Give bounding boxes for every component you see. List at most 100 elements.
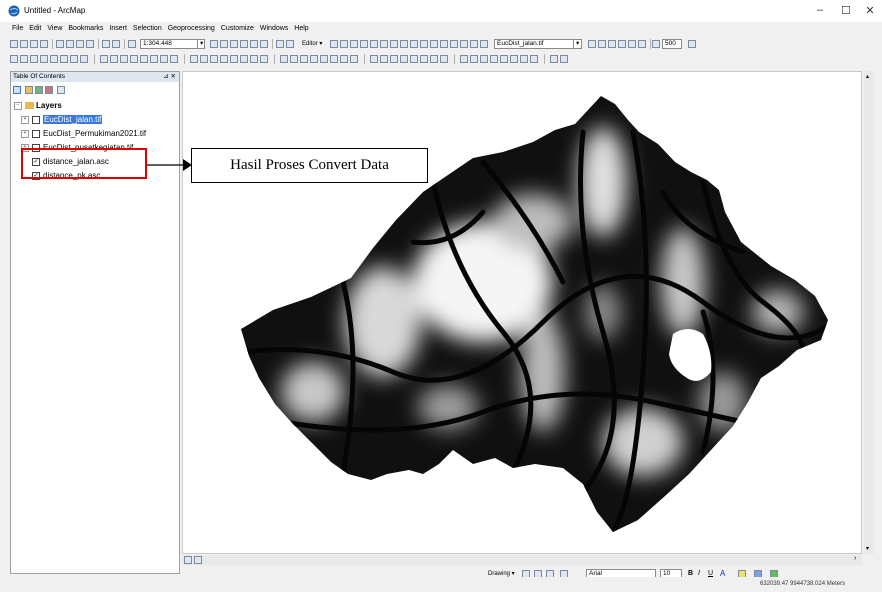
- toolbar-tool-icon[interactable]: [430, 40, 438, 48]
- toolbar-tool-icon[interactable]: [128, 40, 136, 48]
- menu-item-view[interactable]: View: [47, 25, 62, 32]
- toolbar-tool-icon[interactable]: [320, 55, 328, 63]
- toolbar-tool-icon[interactable]: [170, 55, 178, 63]
- toolbar-tool-icon[interactable]: [520, 55, 528, 63]
- toolbar-tool-icon[interactable]: [470, 40, 478, 48]
- drawing-menu[interactable]: Drawing ▾: [488, 570, 515, 577]
- toolbar-tool-icon[interactable]: [510, 55, 518, 63]
- toolbar-tool-icon[interactable]: [310, 55, 318, 63]
- toolbar-tool-icon[interactable]: [86, 40, 94, 48]
- toolbar-tool-icon[interactable]: [430, 55, 438, 63]
- toolbar-tool-icon[interactable]: [290, 55, 298, 63]
- toolbar-tool-icon[interactable]: [100, 55, 108, 63]
- chevron-down-icon[interactable]: ▾: [198, 39, 205, 49]
- layer-checkbox[interactable]: [32, 129, 40, 138]
- toolbar-tool-icon[interactable]: [40, 55, 48, 63]
- toolbar-tool-icon[interactable]: [460, 55, 468, 63]
- toolbar-tool-icon[interactable]: [390, 40, 398, 48]
- view-switch-buttons[interactable]: [184, 556, 218, 564]
- toolbar-tool-icon[interactable]: [360, 40, 368, 48]
- toolbar-tool-icon[interactable]: [420, 55, 428, 63]
- expand-icon[interactable]: +: [21, 115, 29, 124]
- italic-icon[interactable]: I: [698, 570, 700, 577]
- list-by-selection-icon[interactable]: [45, 86, 53, 94]
- toolbar-tool-icon[interactable]: [40, 40, 48, 48]
- toolbar-tool-icon[interactable]: [480, 40, 488, 48]
- toolbar-tool-icon[interactable]: [380, 55, 388, 63]
- toolbar-tool-icon[interactable]: [530, 55, 538, 63]
- toolbar-tool-icon[interactable]: [80, 55, 88, 63]
- options-icon[interactable]: [57, 86, 65, 94]
- toolbar-tool-icon[interactable]: [420, 40, 428, 48]
- toolbar-tool-icon[interactable]: [240, 55, 248, 63]
- layer-item[interactable]: + EucDist_Permukiman2021.tif: [21, 128, 146, 139]
- toolbar-tool-icon[interactable]: [280, 55, 288, 63]
- close-button[interactable]: ✕: [860, 4, 880, 18]
- toolbar-tool-icon[interactable]: [120, 55, 128, 63]
- toolbar-tool-icon[interactable]: [560, 55, 568, 63]
- toolbar-tool-icon[interactable]: [260, 40, 268, 48]
- menu-item-geoprocessing[interactable]: Geoprocessing: [168, 25, 215, 32]
- toolbar-tool-icon[interactable]: [588, 40, 596, 48]
- toolbar-tool-icon[interactable]: [638, 40, 646, 48]
- collapse-icon[interactable]: −: [14, 101, 22, 110]
- zoom-value-field[interactable]: 500: [662, 39, 682, 49]
- menu-item-insert[interactable]: Insert: [109, 25, 127, 32]
- layer-item[interactable]: + EucDist_jalan.tif: [21, 114, 103, 125]
- toolbar-tool-icon[interactable]: [500, 55, 508, 63]
- scroll-right-icon[interactable]: ›: [854, 555, 856, 562]
- bold-icon[interactable]: B: [688, 570, 693, 577]
- toolbar-tool-icon[interactable]: [60, 55, 68, 63]
- underline-icon[interactable]: U: [708, 570, 713, 577]
- layer-select[interactable]: EucDist_jalan.tif: [494, 39, 574, 49]
- toolbar-tool-icon[interactable]: [102, 40, 110, 48]
- toolbar-tool-icon[interactable]: [450, 40, 458, 48]
- toolbar-tool-icon[interactable]: [490, 55, 498, 63]
- scroll-up-icon[interactable]: ▴: [866, 73, 869, 80]
- toolbar-tool-icon[interactable]: [652, 40, 660, 48]
- menu-item-help[interactable]: Help: [294, 25, 308, 32]
- toolbar-tool-icon[interactable]: [390, 55, 398, 63]
- toolbar-tool-icon[interactable]: [10, 55, 18, 63]
- data-view-icon[interactable]: [184, 556, 192, 564]
- toolbar-tool-icon[interactable]: [210, 55, 218, 63]
- toolbar-tool-icon[interactable]: [480, 55, 488, 63]
- toolbar-tool-icon[interactable]: [330, 55, 338, 63]
- minimize-button[interactable]: –: [810, 4, 830, 18]
- toolbar-tool-icon[interactable]: [20, 40, 28, 48]
- toolbar-tool-icon[interactable]: [400, 40, 408, 48]
- toolbar-tool-icon[interactable]: [598, 40, 606, 48]
- vertical-scrollbar[interactable]: ▴ ▾: [864, 71, 874, 554]
- toolbar-tool-icon[interactable]: [30, 55, 38, 63]
- chevron-down-icon[interactable]: ▾: [574, 39, 582, 49]
- toolbar-tool-icon[interactable]: [410, 40, 418, 48]
- menu-item-windows[interactable]: Windows: [260, 25, 288, 32]
- toolbar-tool-icon[interactable]: [70, 55, 78, 63]
- toolbar-tool-icon[interactable]: [220, 55, 228, 63]
- toolbar-tool-icon[interactable]: [410, 55, 418, 63]
- toolbar-tool-icon[interactable]: [76, 40, 84, 48]
- toolbar-tool-icon[interactable]: [608, 40, 616, 48]
- toolbar-tool-icon[interactable]: [112, 40, 120, 48]
- scroll-down-icon[interactable]: ▾: [866, 545, 869, 552]
- toolbar-tool-icon[interactable]: [150, 55, 158, 63]
- maximize-button[interactable]: ☐: [836, 4, 856, 18]
- expand-icon[interactable]: +: [21, 129, 29, 138]
- toolbar-tool-icon[interactable]: [160, 55, 168, 63]
- list-by-visibility-icon[interactable]: [35, 86, 43, 94]
- toolbar-tool-icon[interactable]: [140, 55, 148, 63]
- toolbar-tool-icon[interactable]: [30, 40, 38, 48]
- toolbar-tool-icon[interactable]: [370, 40, 378, 48]
- toolbar-tool-icon[interactable]: [56, 40, 64, 48]
- map-view[interactable]: [182, 71, 862, 554]
- toolbar-tool-icon[interactable]: [300, 55, 308, 63]
- layout-view-icon[interactable]: [194, 556, 202, 564]
- layer-checkbox[interactable]: [32, 115, 40, 124]
- toolbar-tool-icon[interactable]: [210, 40, 218, 48]
- toolbar-tool-icon[interactable]: [400, 55, 408, 63]
- toolbar-tool-icon[interactable]: [618, 40, 626, 48]
- toolbar-tool-icon[interactable]: [628, 40, 636, 48]
- toolbar-tool-icon[interactable]: [276, 40, 284, 48]
- map-scale-field[interactable]: 1:304.448: [140, 39, 198, 49]
- toolbar-tool-icon[interactable]: [240, 40, 248, 48]
